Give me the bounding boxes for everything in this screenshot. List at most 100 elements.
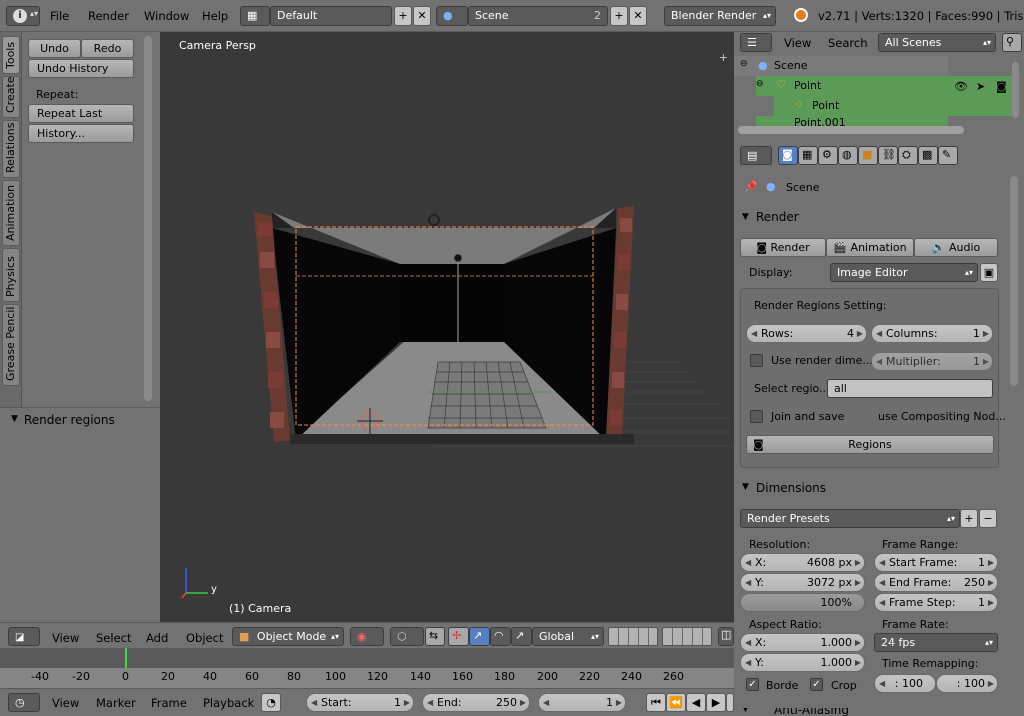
outliner-search-button[interactable]: ⚲ bbox=[1002, 33, 1022, 52]
outliner-row-scene[interactable]: ⊖ ● Scene bbox=[734, 56, 948, 76]
lock-layer-button[interactable]: ◫ bbox=[718, 627, 734, 646]
tab-create[interactable]: Create bbox=[2, 76, 20, 118]
orientation-dropdown[interactable]: Global ▴▾ bbox=[532, 627, 604, 646]
time-remap-old-field[interactable]: ◀ : 100 bbox=[874, 674, 936, 693]
translate-manipulator[interactable]: ✢ bbox=[448, 627, 469, 646]
outliner-editor-type-button[interactable]: ☰ bbox=[740, 33, 772, 52]
pivot-dropdown[interactable]: ⬡ bbox=[390, 627, 424, 646]
tab-physics[interactable]: Physics bbox=[2, 248, 20, 302]
select-region-input[interactable]: all bbox=[827, 379, 993, 398]
tab-tools[interactable]: Tools bbox=[2, 36, 20, 74]
properties-scrollbar[interactable] bbox=[1010, 176, 1018, 386]
add-menu[interactable]: Add bbox=[146, 631, 168, 645]
resolution-x-field[interactable]: ◀ X: 4608 px ▶ bbox=[740, 553, 865, 572]
constraints-tab[interactable]: ⛓ bbox=[878, 146, 898, 165]
play-button[interactable]: ▶ bbox=[706, 693, 726, 712]
texture-tab[interactable]: ▩ bbox=[918, 146, 938, 165]
editor-type-button[interactable]: ◪ bbox=[8, 627, 40, 646]
tab-grease-pencil[interactable]: Grease Pencil bbox=[2, 304, 20, 386]
scene-tab[interactable]: ⚙ bbox=[818, 146, 838, 165]
rotate-manipulator[interactable]: ↗ bbox=[469, 627, 490, 646]
scene-icon-button[interactable]: ● bbox=[436, 6, 468, 26]
timeline-editor-type-button[interactable]: ◷ bbox=[8, 693, 40, 712]
add-layout-button[interactable]: + bbox=[394, 6, 412, 26]
tab-relations[interactable]: Relations bbox=[2, 120, 20, 178]
add-scene-button[interactable]: + bbox=[610, 6, 628, 26]
render-regions-panel-title[interactable]: Render regions bbox=[24, 413, 115, 427]
add-preset-button[interactable]: + bbox=[960, 509, 978, 528]
outliner-vscroll[interactable] bbox=[1012, 62, 1019, 118]
expand-icon[interactable]: ⊖ bbox=[740, 59, 748, 69]
extra-manipulator[interactable]: ↗ bbox=[511, 627, 532, 646]
regions-button[interactable]: ◙ Regions bbox=[746, 435, 994, 454]
end-frame-field[interactable]: ◀ End: 250 ▶ bbox=[422, 693, 530, 712]
outliner-filter-dropdown[interactable]: All Scenes ▴▾ bbox=[878, 33, 996, 52]
menu-render[interactable]: Render bbox=[88, 9, 129, 23]
collapse-triangle-icon[interactable]: ▼ bbox=[742, 212, 749, 222]
layout-icon-button[interactable]: ▦ bbox=[240, 6, 270, 26]
render-layers-tab[interactable]: ▦ bbox=[798, 146, 818, 165]
play-reverse-button[interactable]: ◀ bbox=[686, 693, 706, 712]
crop-checkbox[interactable]: ✓ bbox=[810, 678, 823, 691]
jump-start-button[interactable]: ⏮ bbox=[646, 693, 666, 712]
multiplier-field[interactable]: ◀ Multiplier: 1 ▶ bbox=[871, 352, 993, 371]
join-and-save-checkbox[interactable] bbox=[750, 410, 763, 423]
end-frame-field[interactable]: ◀ End Frame: 250 ▶ bbox=[874, 573, 998, 592]
scene-selector[interactable]: ● Scene 2 + ✕ bbox=[436, 6, 648, 26]
resolution-percentage-field[interactable]: 100% bbox=[740, 593, 865, 612]
physics-tab[interactable]: ✎ bbox=[938, 146, 958, 165]
cursor-icon[interactable]: ➤ bbox=[976, 80, 985, 93]
tool-shelf-scrollbar[interactable] bbox=[144, 36, 152, 401]
render-panel-title[interactable]: Render bbox=[756, 210, 799, 224]
object-menu[interactable]: Object bbox=[186, 631, 223, 645]
render-presets-dropdown[interactable]: Render Presets ▴▾ bbox=[740, 509, 960, 528]
collapse-triangle-icon[interactable]: ▼ bbox=[742, 482, 749, 492]
current-frame-field[interactable]: ◀ 1 ▶ bbox=[538, 693, 626, 712]
undo-history-button[interactable]: Undo History bbox=[28, 59, 134, 78]
timeline-frame-menu[interactable]: Frame bbox=[151, 696, 187, 710]
outliner-row-point[interactable]: ⊖ ♡ Point bbox=[756, 76, 948, 96]
outliner-search-menu[interactable]: Search bbox=[828, 36, 868, 50]
properties-editor-type-button[interactable]: ▤ bbox=[740, 146, 772, 165]
menu-window[interactable]: Window bbox=[144, 9, 189, 23]
lock-interface-button[interactable]: ▣ bbox=[980, 263, 998, 282]
repeat-last-button[interactable]: Repeat Last bbox=[28, 104, 134, 123]
audio-button[interactable]: 🔈 Audio bbox=[914, 238, 998, 257]
start-frame-field[interactable]: ◀ Start: 1 ▶ bbox=[306, 693, 414, 712]
menu-help[interactable]: Help bbox=[202, 9, 228, 23]
menu-file[interactable]: File bbox=[50, 9, 69, 23]
use-compositing-label[interactable]: use Compositing Nod... bbox=[878, 410, 1006, 423]
viewport-shading-dropdown[interactable]: ◉ bbox=[350, 627, 384, 646]
eye-icon[interactable]: 👁 bbox=[954, 80, 968, 93]
render-engine-dropdown[interactable]: Blender Render ▴▾ bbox=[664, 6, 776, 26]
layout-name-field[interactable]: Default bbox=[270, 6, 392, 26]
modifiers-tab[interactable]: ⛭ bbox=[898, 146, 918, 165]
jump-keyframe-forward-button[interactable] bbox=[726, 693, 734, 712]
mode-dropdown[interactable]: ■ Object Mode ▴▾ bbox=[232, 627, 344, 646]
world-tab[interactable]: ◍ bbox=[838, 146, 858, 165]
frame-step-field[interactable]: ◀ Frame Step: 1 ▶ bbox=[874, 593, 998, 612]
remove-scene-button[interactable]: ✕ bbox=[629, 6, 647, 26]
remove-preset-button[interactable]: − bbox=[979, 509, 997, 528]
animation-button[interactable]: 🎬 Animation bbox=[826, 238, 914, 257]
timeline-playback-menu[interactable]: Playback bbox=[203, 696, 254, 710]
redo-button[interactable]: Redo bbox=[81, 39, 134, 58]
outliner-scrollbar[interactable] bbox=[738, 126, 964, 134]
scale-manipulator[interactable]: ◠ bbox=[490, 627, 511, 646]
remove-layout-button[interactable]: ✕ bbox=[413, 6, 431, 26]
time-remap-new-field[interactable]: : 100 ▶ bbox=[936, 674, 998, 693]
layer-buttons-1[interactable] bbox=[608, 627, 658, 646]
outliner-row-point-child[interactable]: ⁘ Point bbox=[774, 96, 948, 116]
layer-buttons-2[interactable] bbox=[662, 627, 712, 646]
border-checkbox[interactable]: ✓ bbox=[746, 678, 759, 691]
use-render-dim-checkbox[interactable] bbox=[750, 354, 763, 367]
select-menu[interactable]: Select bbox=[96, 631, 131, 645]
frame-rate-dropdown[interactable]: 24 fps ▴▾ bbox=[874, 633, 998, 652]
tab-animation[interactable]: Animation bbox=[2, 180, 20, 246]
camera-icon[interactable]: ◙ bbox=[996, 80, 1007, 93]
scene-name-field[interactable]: Scene bbox=[468, 6, 608, 26]
object-tab[interactable]: ■ bbox=[858, 146, 878, 165]
timeline-area[interactable]: -40 -20 0 20 40 60 80 100 120 140 160 18… bbox=[0, 648, 734, 688]
undo-button[interactable]: Undo bbox=[28, 39, 81, 58]
timeline-cursor[interactable] bbox=[125, 648, 127, 668]
